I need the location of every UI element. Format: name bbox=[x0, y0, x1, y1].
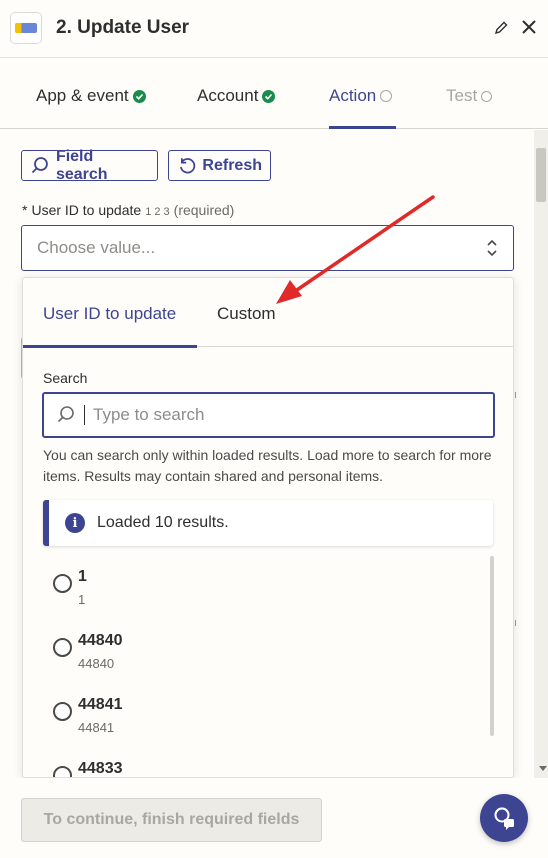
pencil-icon[interactable] bbox=[492, 19, 510, 37]
check-circle-icon bbox=[132, 89, 146, 103]
tab-label: App & event bbox=[36, 86, 129, 105]
search-field[interactable] bbox=[42, 392, 495, 438]
info-text: Loaded 10 results. bbox=[97, 514, 229, 531]
scrollbar[interactable] bbox=[534, 130, 548, 778]
list-item[interactable]: 44840 44840 bbox=[51, 622, 471, 672]
footer: To continue, finish required fields bbox=[0, 778, 548, 858]
search-input[interactable] bbox=[93, 405, 473, 425]
tab-action[interactable]: Action bbox=[329, 86, 393, 106]
list-scrollbar[interactable] bbox=[490, 556, 494, 736]
tab-user-id[interactable]: User ID to update bbox=[43, 304, 176, 324]
required-star: * bbox=[22, 202, 28, 218]
tab-label: Account bbox=[197, 86, 259, 105]
item-subtitle: 44840 bbox=[78, 656, 115, 671]
close-icon[interactable] bbox=[519, 17, 539, 37]
scroll-down-arrow-icon[interactable] bbox=[539, 766, 547, 771]
value-dropdown: User ID to update Custom Search You can … bbox=[22, 277, 514, 778]
item-subtitle: 1 bbox=[78, 592, 86, 607]
pending-circle-icon bbox=[481, 90, 493, 102]
type-hint: 1 2 3 bbox=[145, 206, 170, 218]
tab-custom[interactable]: Custom bbox=[217, 304, 276, 324]
check-circle-icon bbox=[262, 89, 276, 103]
dropdown-tabs: User ID to update Custom bbox=[23, 278, 513, 348]
refresh-label: Refresh bbox=[202, 156, 262, 174]
step-tabs: App & event Account Action Test bbox=[0, 59, 548, 129]
required-hint: (required) bbox=[173, 202, 235, 218]
tab-label: Test bbox=[446, 86, 478, 105]
text-caret bbox=[84, 405, 85, 425]
item-subtitle: 44841 bbox=[78, 720, 115, 735]
item-title: 44841 bbox=[78, 696, 123, 713]
chevron-updown-icon bbox=[487, 239, 497, 257]
radio-button[interactable] bbox=[53, 702, 72, 721]
continue-button[interactable]: To continue, finish required fields bbox=[21, 798, 322, 842]
user-id-select[interactable]: Choose value... bbox=[21, 225, 514, 271]
page-title: 2. Update User bbox=[56, 17, 190, 38]
search-icon bbox=[31, 156, 48, 173]
tab-label: Action bbox=[329, 86, 377, 105]
support-chat-button[interactable] bbox=[480, 794, 528, 842]
field-label: * User ID to update 1 2 3 (required) bbox=[22, 202, 234, 218]
radio-button[interactable] bbox=[53, 638, 72, 657]
active-tab-underline bbox=[329, 126, 396, 129]
list-item[interactable]: 44833 44833 bbox=[51, 750, 471, 777]
refresh-icon bbox=[180, 157, 196, 173]
radio-button[interactable] bbox=[53, 766, 72, 777]
info-banner: i Loaded 10 results. bbox=[43, 500, 493, 546]
tab-test[interactable]: Test bbox=[446, 86, 493, 106]
pending-circle-icon bbox=[380, 90, 393, 102]
scrollbar-thumb[interactable] bbox=[536, 148, 546, 202]
search-label: Search bbox=[43, 370, 88, 386]
item-title: 44833 bbox=[78, 760, 123, 777]
help-text: You can search only within loaded result… bbox=[43, 447, 492, 484]
app-logo-icon bbox=[10, 12, 42, 44]
item-title: 1 bbox=[78, 568, 87, 585]
search-icon bbox=[57, 406, 74, 423]
results-list: 1 1 44840 44840 44841 44841 44833 44833 bbox=[23, 558, 513, 777]
tab-account[interactable]: Account bbox=[197, 86, 276, 106]
field-label-text: User ID to update bbox=[31, 202, 142, 218]
radio-button[interactable] bbox=[53, 574, 72, 593]
header: 2. Update User bbox=[0, 0, 548, 58]
refresh-button[interactable]: Refresh bbox=[168, 150, 271, 181]
select-placeholder: Choose value... bbox=[37, 238, 156, 257]
tab-app-event[interactable]: App & event bbox=[36, 86, 146, 106]
list-item[interactable]: 44841 44841 bbox=[51, 686, 471, 736]
info-icon: i bbox=[65, 513, 85, 533]
active-tab-underline bbox=[23, 345, 197, 348]
field-search-button[interactable]: Field search bbox=[21, 147, 158, 183]
support-agent-icon bbox=[494, 807, 514, 830]
field-search-label: Field search bbox=[55, 147, 108, 183]
item-title: 44840 bbox=[78, 632, 123, 649]
list-item[interactable]: 1 1 bbox=[51, 558, 471, 608]
